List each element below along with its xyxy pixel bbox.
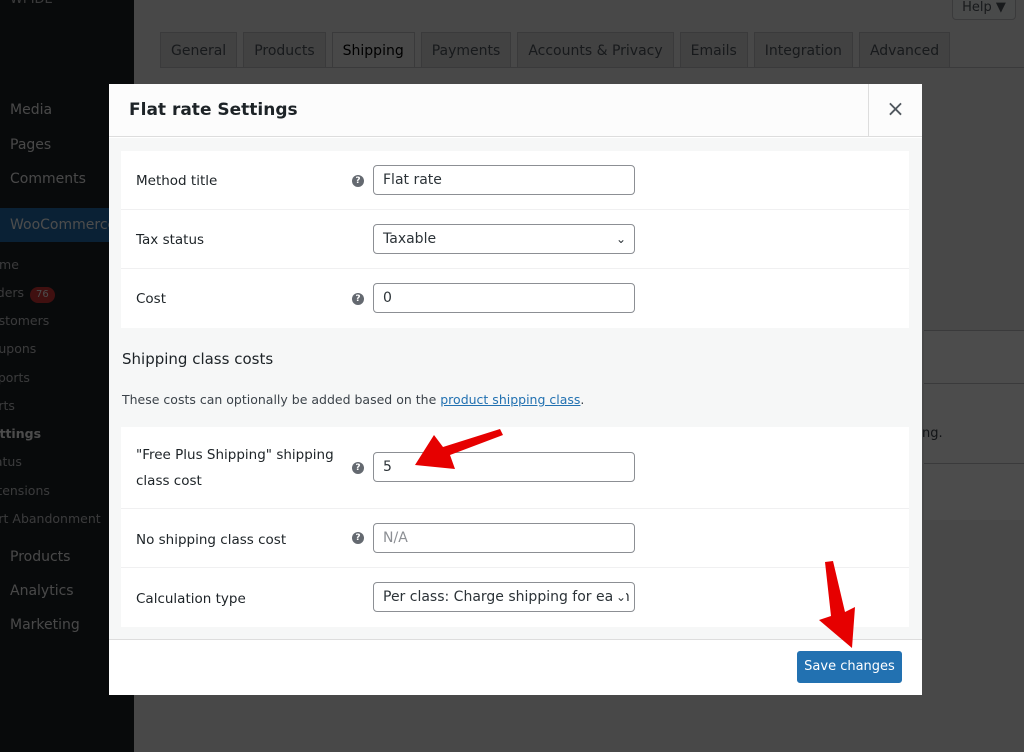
no-shipping-class-label: No shipping class cost xyxy=(136,532,287,548)
flat-rate-settings-modal: Flat rate Settings × Method title ? Flat… xyxy=(109,84,922,695)
general-settings-table: Method title ? Flat rate Tax status Taxa… xyxy=(121,151,909,328)
cost-input[interactable]: 0 xyxy=(373,283,635,313)
method-title-label: Method title xyxy=(136,173,218,189)
calculation-type-select[interactable]: Per class: Charge shipping for each sl ⌄ xyxy=(373,582,635,612)
help-icon[interactable]: ? xyxy=(352,175,364,187)
help-icon[interactable]: ? xyxy=(352,293,364,305)
description-text: These costs can optionally be added base… xyxy=(122,392,441,407)
description-period: . xyxy=(580,392,585,407)
calculation-type-row: Calculation type Per class: Charge shipp… xyxy=(121,568,909,627)
modal-body: Method title ? Flat rate Tax status Taxa… xyxy=(109,138,922,639)
chevron-down-icon: ⌄ xyxy=(612,583,626,611)
shipping-class-costs-heading: Shipping class costs xyxy=(122,350,274,368)
close-button[interactable]: × xyxy=(868,84,922,137)
tax-status-row: Tax status Taxable ⌄ xyxy=(121,210,909,269)
no-shipping-class-row: No shipping class cost ? N/A xyxy=(121,509,909,568)
close-icon: × xyxy=(886,97,905,122)
method-title-input[interactable]: Flat rate xyxy=(373,165,635,195)
calculation-type-value: Per class: Charge shipping for each sl xyxy=(383,589,635,605)
annotation-arrow-icon xyxy=(819,561,855,648)
shipping-class-table: "Free Plus Shipping" shipping class cost… xyxy=(121,427,909,627)
free-plus-shipping-label: "Free Plus Shipping" shipping class cost xyxy=(136,442,334,494)
tax-status-select[interactable]: Taxable ⌄ xyxy=(373,224,635,254)
arrow-to-free-plus-input xyxy=(415,429,503,469)
arrow-to-save-button xyxy=(819,561,855,648)
free-plus-label-line-1: "Free Plus Shipping" shipping xyxy=(136,447,334,463)
modal-header: Flat rate Settings × xyxy=(109,84,922,137)
no-shipping-class-cost-input[interactable]: N/A xyxy=(373,523,635,553)
cost-label: Cost xyxy=(136,291,167,307)
free-plus-label-line-2: class cost xyxy=(136,473,202,489)
annotation-arrow-icon xyxy=(415,429,503,469)
calculation-type-label: Calculation type xyxy=(136,591,246,607)
cost-row: Cost ? 0 xyxy=(121,269,909,328)
help-icon[interactable]: ? xyxy=(352,532,364,544)
tax-status-value: Taxable xyxy=(383,231,437,247)
product-shipping-class-link[interactable]: product shipping class xyxy=(440,392,580,407)
modal-title: Flat rate Settings xyxy=(129,100,298,120)
help-icon[interactable]: ? xyxy=(352,462,364,474)
save-changes-button[interactable]: Save changes xyxy=(797,651,902,683)
modal-footer: Save changes xyxy=(109,639,922,695)
method-title-row: Method title ? Flat rate xyxy=(121,151,909,210)
free-plus-shipping-row: "Free Plus Shipping" shipping class cost… xyxy=(121,427,909,509)
chevron-down-icon: ⌄ xyxy=(615,232,626,246)
tax-status-label: Tax status xyxy=(136,232,205,248)
shipping-class-costs-description: These costs can optionally be added base… xyxy=(122,392,584,407)
